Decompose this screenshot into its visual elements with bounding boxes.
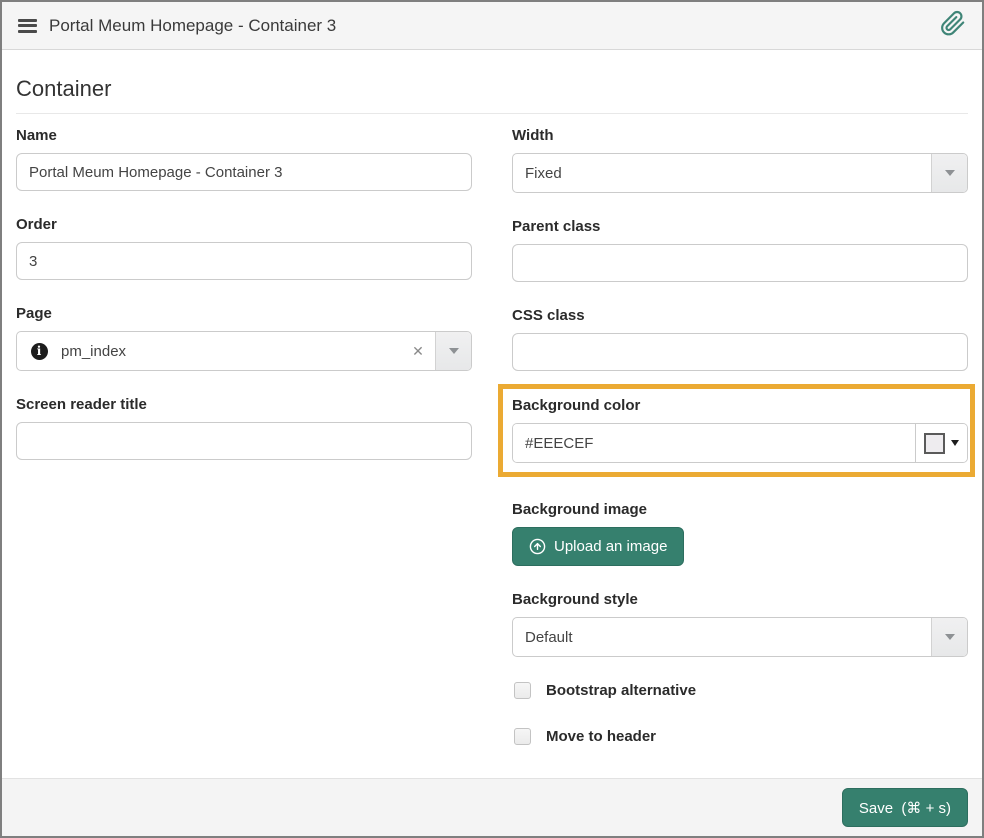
parent-class-input[interactable] [512,244,968,282]
css-class-label: CSS class [512,307,968,324]
page-select[interactable]: i pm_index ✕ [16,331,472,371]
order-label: Order [16,216,472,233]
field-parent-class: Parent class [512,218,968,282]
color-picker-button[interactable] [915,424,967,462]
bootstrap-alternative-checkbox[interactable] [514,682,531,699]
background-style-select-value: Default [513,618,931,656]
upload-arrow-circle-icon [529,538,546,555]
move-to-header-label: Move to header [546,728,656,745]
background-image-label: Background image [512,501,968,518]
field-move-to-header: Move to header [514,728,968,745]
app-window: Portal Meum Homepage - Container 3 Conta… [0,0,984,838]
width-select-value: Fixed [513,154,931,192]
footer-bar: Save (⌘ + s) [2,778,982,836]
background-color-input[interactable] [513,424,915,462]
info-icon[interactable]: i [17,332,61,370]
upload-image-button[interactable]: Upload an image [512,527,684,566]
css-class-input[interactable] [512,333,968,371]
background-style-select[interactable]: Default [512,617,968,657]
background-color-group [512,423,968,463]
chevron-down-icon [449,348,459,354]
background-style-label: Background style [512,591,968,608]
container-form: Name Order Page i pm_index ✕ [16,127,968,774]
field-css-class: CSS class [512,307,968,371]
parent-class-label: Parent class [512,218,968,235]
name-input[interactable] [16,153,472,191]
field-background-image: Background image Upload an image [512,501,968,566]
upload-image-button-label: Upload an image [554,538,667,555]
background-color-label: Background color [512,397,968,414]
chevron-down-icon [951,440,959,446]
main-content: Container Name Order Page i pm_index [2,50,982,778]
paperclip-icon[interactable] [940,10,966,41]
screen-reader-title-input[interactable] [16,422,472,460]
field-page: Page i pm_index ✕ [16,305,472,371]
chevron-down-icon [945,634,955,640]
width-select[interactable]: Fixed [512,153,968,193]
chevron-down-icon [945,170,955,176]
page-select-value: pm_index [61,332,401,370]
save-button[interactable]: Save (⌘ + s) [842,788,968,827]
titlebar: Portal Meum Homepage - Container 3 [2,2,982,50]
field-order: Order [16,216,472,280]
field-width: Width Fixed [512,127,968,193]
window-title: Portal Meum Homepage - Container 3 [49,16,336,36]
field-name: Name [16,127,472,191]
form-left-column: Name Order Page i pm_index ✕ [16,127,472,485]
hamburger-menu-icon[interactable] [18,19,37,33]
field-background-color: Background color [512,397,968,463]
page-label: Page [16,305,472,322]
color-swatch [924,433,945,454]
field-background-style: Background style Default [512,591,968,657]
page-title: Container [16,76,968,114]
page-dropdown-button[interactable] [435,332,471,370]
field-screen-reader-title: Screen reader title [16,396,472,460]
name-label: Name [16,127,472,144]
order-input[interactable] [16,242,472,280]
field-bootstrap-alternative: Bootstrap alternative [514,682,968,699]
bootstrap-alternative-label: Bootstrap alternative [546,682,696,699]
width-label: Width [512,127,968,144]
background-color-highlight: Background color [498,384,975,477]
screen-reader-title-label: Screen reader title [16,396,472,413]
move-to-header-checkbox[interactable] [514,728,531,745]
width-dropdown-button[interactable] [931,154,967,192]
background-style-dropdown-button[interactable] [931,618,967,656]
x-clear-icon[interactable]: ✕ [401,332,435,370]
form-right-column: Width Fixed Parent class CSS class [512,127,968,774]
